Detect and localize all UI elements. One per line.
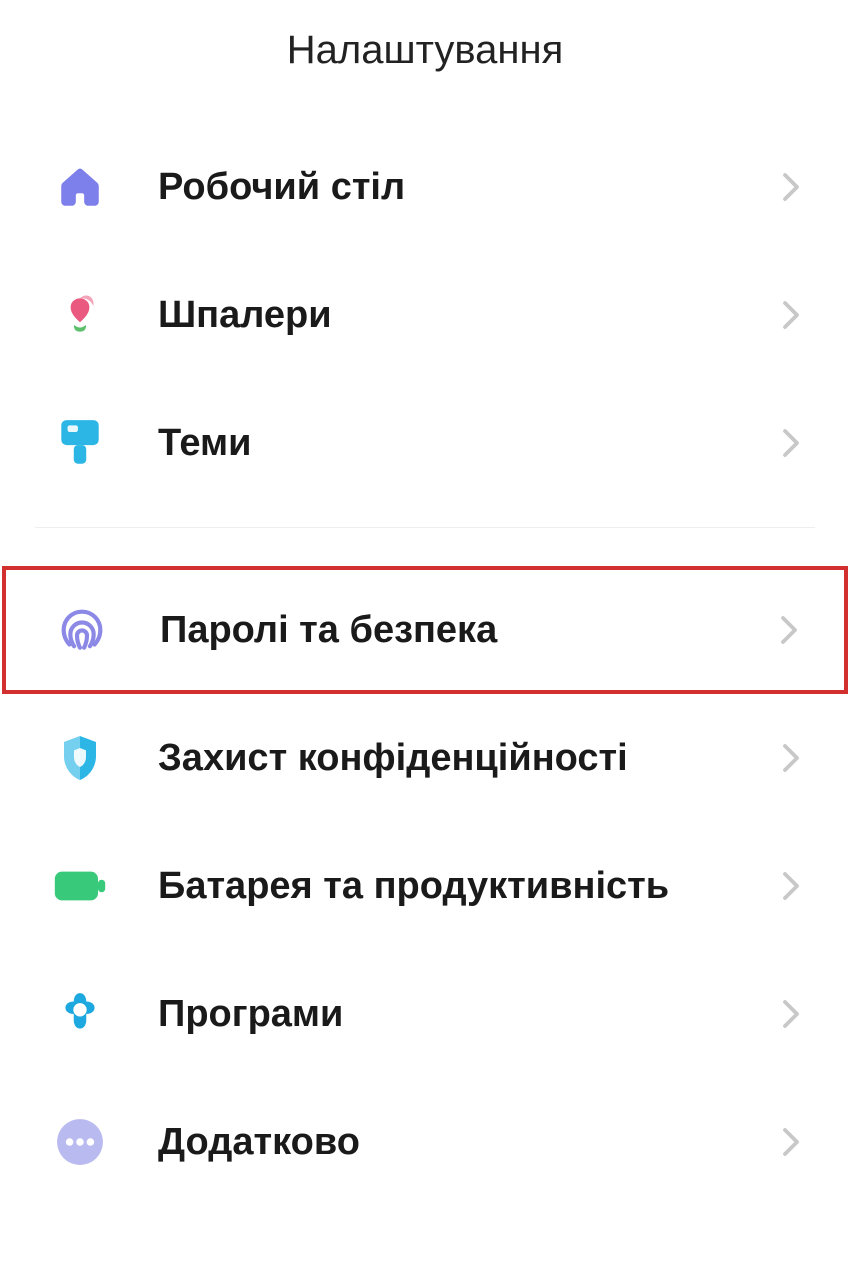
apps-icon xyxy=(50,984,110,1044)
settings-item-passwords-security[interactable]: Паролі та безпека xyxy=(6,570,844,690)
settings-item-battery[interactable]: Батарея та продуктивність xyxy=(0,822,850,950)
home-icon xyxy=(50,157,110,217)
more-icon xyxy=(50,1112,110,1172)
wallpaper-icon xyxy=(50,285,110,345)
settings-item-label: Теми xyxy=(158,422,782,465)
settings-item-label: Програми xyxy=(158,993,782,1036)
settings-item-label: Робочий стіл xyxy=(158,166,782,209)
themes-icon xyxy=(50,413,110,473)
settings-item-label: Паролі та безпека xyxy=(160,609,780,652)
chevron-right-icon xyxy=(782,743,800,773)
shield-icon xyxy=(50,728,110,788)
settings-item-themes[interactable]: Теми xyxy=(0,379,850,507)
settings-item-label: Додатково xyxy=(158,1121,782,1164)
page-title: Налаштування xyxy=(0,28,850,73)
chevron-right-icon xyxy=(782,300,800,330)
battery-icon xyxy=(50,856,110,916)
section-divider xyxy=(35,527,815,528)
chevron-right-icon xyxy=(782,999,800,1029)
page-header: Налаштування xyxy=(0,0,850,123)
chevron-right-icon xyxy=(782,428,800,458)
settings-group-2: Паролі та безпека Захист конфіденційност… xyxy=(0,566,850,1206)
chevron-right-icon xyxy=(782,871,800,901)
settings-item-label: Шпалери xyxy=(158,294,782,337)
settings-item-apps[interactable]: Програми xyxy=(0,950,850,1078)
settings-item-wallpaper[interactable]: Шпалери xyxy=(0,251,850,379)
settings-item-home[interactable]: Робочий стіл xyxy=(0,123,850,251)
fingerprint-icon xyxy=(52,600,112,660)
settings-group-1: Робочий стіл Шпалери Теми xyxy=(0,123,850,507)
settings-item-privacy[interactable]: Захист конфіденційності xyxy=(0,694,850,822)
settings-item-additional[interactable]: Додатково xyxy=(0,1078,850,1206)
chevron-right-icon xyxy=(782,1127,800,1157)
chevron-right-icon xyxy=(780,615,798,645)
chevron-right-icon xyxy=(782,172,800,202)
settings-item-label: Батарея та продуктивність xyxy=(158,865,782,908)
highlight-annotation: Паролі та безпека xyxy=(2,566,848,694)
settings-item-label: Захист конфіденційності xyxy=(158,737,782,780)
